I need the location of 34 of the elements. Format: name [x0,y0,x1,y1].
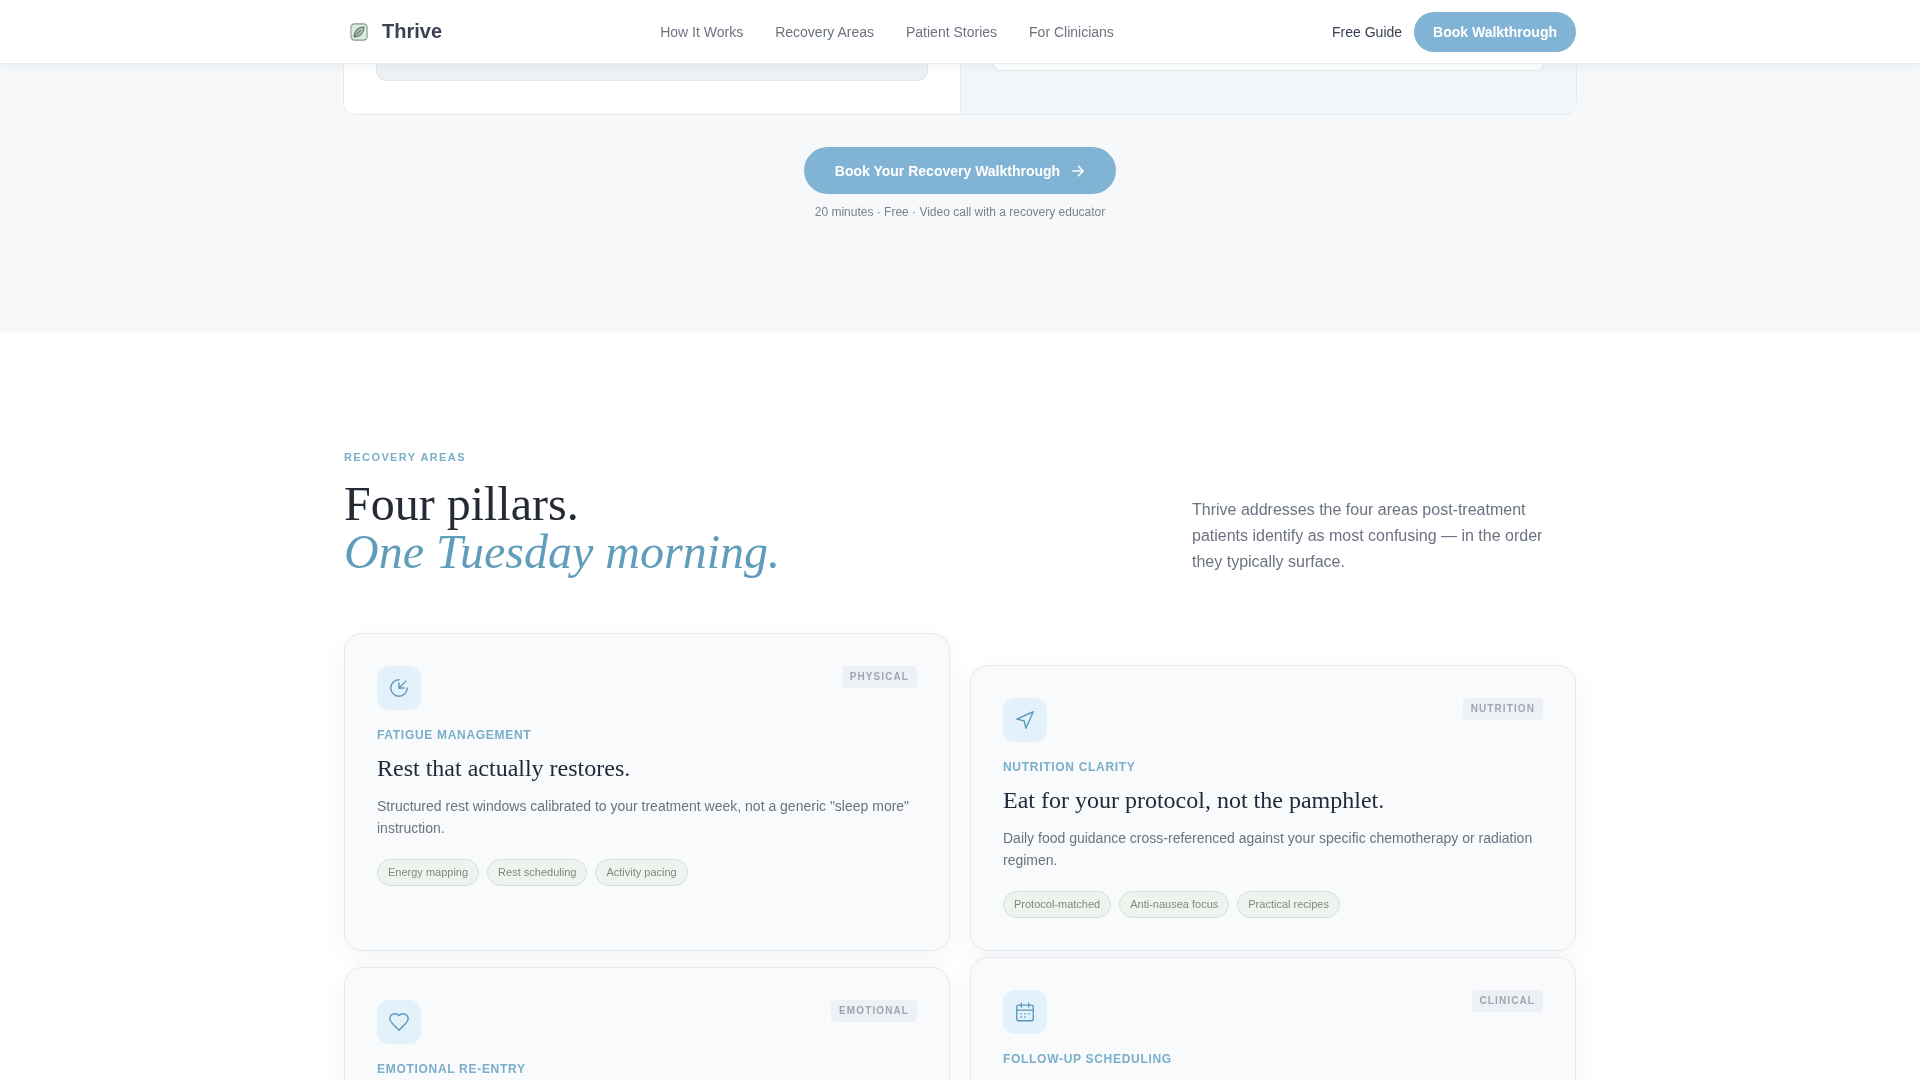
leaf-icon[interactable] [350,22,368,41]
feature-tag: Anti-nausea focus [1119,891,1230,918]
nav-link[interactable]: For Clinicians [1029,23,1114,40]
nav-link[interactable]: Recovery Areas [775,23,874,40]
category-badge: CLINICAL [1471,990,1543,1012]
feature-tag: Practical recipes [1237,891,1340,918]
feature-tag: Activity pacing [595,859,688,886]
area-description: Structured rest windows calibrated to your treatment week, not a generic "sleep more" instruction. [377,797,911,838]
area-label: FATIGUE MANAGEMENT [377,728,533,742]
feature-tag: Energy mapping [377,859,480,886]
calendar-icon [1003,990,1047,1034]
category-badge: PHYSICAL [841,666,917,688]
area-label: FOLLOW-UP SCHEDULING [1003,1052,1173,1066]
heart-icon [377,1000,421,1044]
brand-name[interactable]: Thrive [382,20,443,43]
area-label: NUTRITION CLARITY [1003,760,1137,774]
nav-link[interactable]: Patient Stories [906,23,998,40]
area-title: Rest that actually restores. [377,754,632,782]
navigation-arrow-icon [1003,698,1047,742]
category-badge: EMOTIONAL [831,1000,917,1022]
feature-tag: Protocol-matched [1003,891,1112,918]
area-description: Daily food guidance cross-referenced against your specific chemotherapy or radiation regimen. [1003,829,1534,870]
section-eyebrow: RECOVERY AREAS [344,451,467,464]
section-heading: Four pillars. [344,480,579,528]
section-intro: Thrive addresses the four areas post-treatment patients identify as most confusing — in the order they typically surface. [1192,500,1544,572]
cta-caption: 20 minutes · Free · Video call with a recovery educator [814,205,1106,219]
guide-link[interactable]: Free Guide [1332,23,1403,40]
area-label: EMOTIONAL RE-ENTRY [377,1062,527,1076]
feature-tag: Rest scheduling [487,859,588,886]
circle-arrow-icon [377,666,421,710]
arrow-right-icon [1072,164,1085,177]
category-badge: NUTRITION [1462,698,1543,720]
area-title: Eat for your protocol, not the pamphlet. [1003,786,1386,814]
nav-link[interactable]: How It Works [660,23,744,40]
